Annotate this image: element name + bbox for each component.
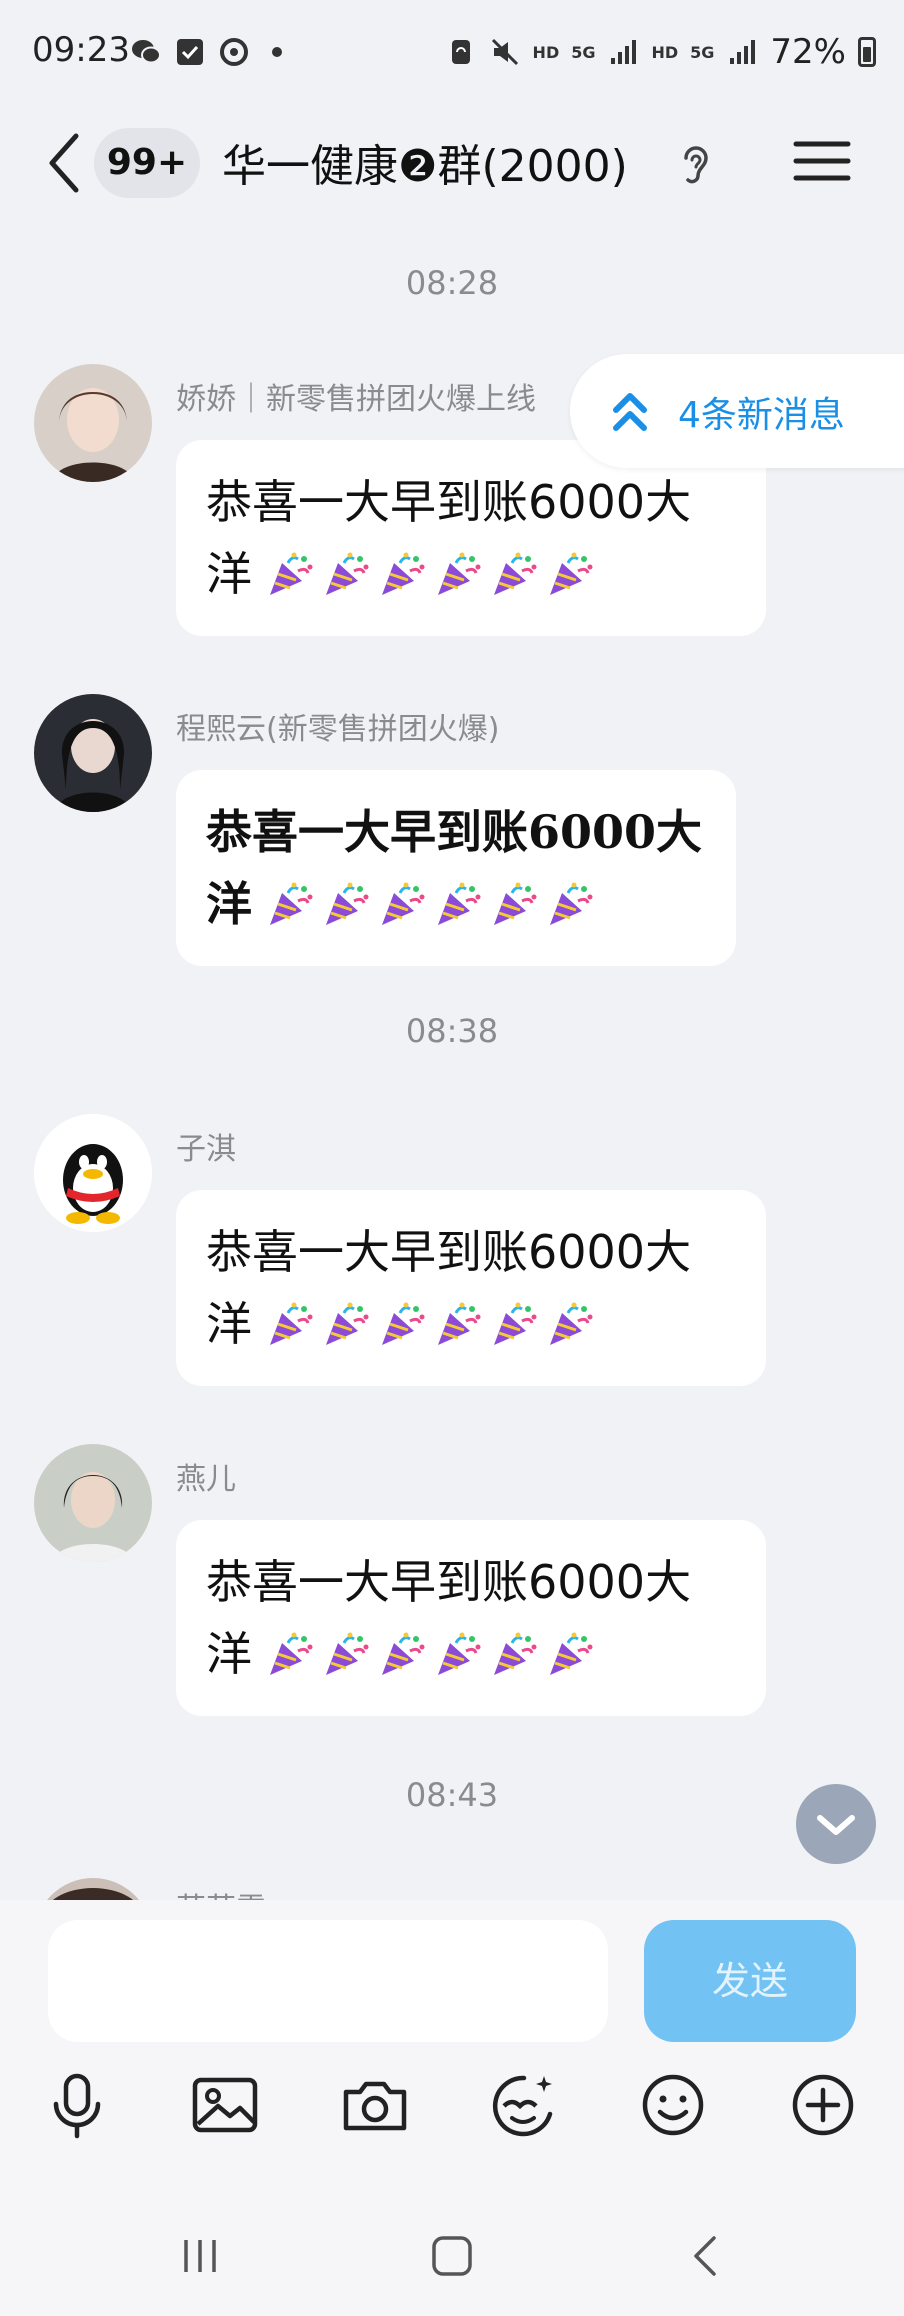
avatar[interactable] xyxy=(34,694,152,812)
battery-icon xyxy=(858,37,876,67)
message-emoji-line: 洋 xyxy=(206,538,736,610)
network-5g-label-2: 5G xyxy=(690,42,715,62)
sender-name: 燕儿 xyxy=(176,1462,236,1497)
sticker-icon[interactable] xyxy=(488,2070,558,2140)
hd-label-2: HD xyxy=(651,42,679,62)
battery-percent: 72% xyxy=(770,32,846,72)
mute-icon xyxy=(491,38,518,66)
camera-icon[interactable] xyxy=(340,2070,410,2140)
party-popper-icon xyxy=(494,882,537,925)
message-text-continued: 洋 xyxy=(206,547,252,601)
party-popper-icon xyxy=(270,552,313,595)
system-nav-bar xyxy=(0,2190,904,2316)
signal-icon-2 xyxy=(730,40,756,64)
unread-count-badge[interactable]: 99+ xyxy=(94,128,200,198)
message-emoji-line: 洋 xyxy=(206,1288,736,1360)
new-messages-button[interactable]: 4条新消息 xyxy=(570,354,904,468)
sender-name: 程熙云(新零售拼团火爆) xyxy=(176,712,500,747)
sync-icon xyxy=(220,38,248,66)
home-icon[interactable] xyxy=(422,2226,482,2286)
message-bubble[interactable]: 恭喜一大早到账6000大 洋 xyxy=(176,1190,766,1386)
sender-name: 子淇 xyxy=(176,1132,236,1167)
party-popper-icon xyxy=(494,1302,537,1345)
time-separator: 08:28 xyxy=(405,264,499,302)
emoji-icon[interactable] xyxy=(638,2070,708,2140)
sender-name: 莎莎雪 xyxy=(176,1884,266,1900)
signal-icon-1 xyxy=(611,40,637,64)
message-text: 恭喜一大早到账6000大 xyxy=(206,1555,692,1609)
status-time: 09:23 xyxy=(32,30,130,70)
message-text-continued: 洋 xyxy=(206,1627,252,1681)
party-popper-icon xyxy=(438,1302,481,1345)
recent-apps-icon[interactable] xyxy=(170,2226,230,2286)
scroll-to-bottom-button[interactable] xyxy=(796,1784,876,1864)
sender-name: 娇娇｜新零售拼团火爆上线 xyxy=(176,382,536,417)
checkbox-icon xyxy=(177,39,203,65)
party-popper-icon xyxy=(326,1632,369,1675)
party-popper-icon xyxy=(382,882,425,925)
system-indicators: HD 5G HD 5G 72% xyxy=(445,32,876,72)
party-popper-icon xyxy=(438,882,481,925)
party-popper-icon xyxy=(550,552,593,595)
party-popper-icon xyxy=(382,1302,425,1345)
nav-back-icon[interactable] xyxy=(676,2226,736,2286)
network-5g-label-1: 5G xyxy=(571,42,596,62)
chat-title[interactable]: 华一健康❷群(2000) xyxy=(222,130,628,194)
chevron-down-icon xyxy=(817,1815,855,1835)
plus-icon[interactable] xyxy=(788,2070,858,2140)
message-emoji-line: 洋 xyxy=(206,868,706,940)
hd-label-1: HD xyxy=(532,42,560,62)
send-button[interactable]: 发送 xyxy=(644,1920,856,2042)
avatar[interactable] xyxy=(34,364,152,482)
message-bubble[interactable]: 恭喜一大早到账6000大 洋 xyxy=(176,770,736,966)
avatar[interactable] xyxy=(34,1878,152,1900)
party-popper-icon xyxy=(550,1632,593,1675)
message-input[interactable] xyxy=(48,1920,608,2042)
notification-icons xyxy=(130,36,282,68)
party-popper-icon xyxy=(270,1302,313,1345)
party-popper-icon xyxy=(438,1632,481,1675)
party-popper-icon xyxy=(382,1632,425,1675)
message-text: 恭喜一大早到账6000大 xyxy=(206,475,692,529)
time-separator: 08:43 xyxy=(405,1776,499,1814)
image-icon[interactable] xyxy=(190,2070,260,2140)
ear-icon[interactable] xyxy=(674,140,714,190)
wechat-icon xyxy=(132,40,161,64)
more-notifications-dot xyxy=(272,47,282,57)
back-icon[interactable] xyxy=(40,128,90,198)
message-bubble[interactable]: 恭喜一大早到账6000大 洋 xyxy=(176,440,766,636)
double-chevron-up-icon xyxy=(613,393,647,431)
nfc-icon xyxy=(451,40,470,64)
time-separator: 08:38 xyxy=(405,1012,499,1050)
message-bubble[interactable]: 恭喜一大早到账6000大 洋 xyxy=(176,1520,766,1716)
message-text-continued: 洋 xyxy=(206,1297,252,1351)
party-popper-icon xyxy=(550,1302,593,1345)
party-popper-icon xyxy=(382,552,425,595)
message-emoji-line: 洋 xyxy=(206,1618,736,1690)
party-popper-icon xyxy=(494,1632,537,1675)
avatar[interactable] xyxy=(34,1444,152,1562)
party-popper-icon xyxy=(270,1632,313,1675)
party-popper-icon xyxy=(270,882,313,925)
menu-icon[interactable] xyxy=(792,136,852,186)
party-popper-icon xyxy=(550,882,593,925)
message-text: 恭喜一大早到账6000大 xyxy=(206,1225,692,1279)
status-bar: 09:23 HD 5G HD 5G 72% xyxy=(0,0,904,100)
party-popper-icon xyxy=(494,552,537,595)
chat-screen: 09:23 HD 5G HD 5G 72% 99+ 华一健康❷群(2000) 0… xyxy=(0,0,904,2316)
party-popper-icon xyxy=(326,882,369,925)
message-item-partial: 莎莎雪 xyxy=(0,1874,904,1900)
party-popper-icon xyxy=(326,1302,369,1345)
party-popper-icon xyxy=(438,552,481,595)
mic-icon[interactable] xyxy=(42,2070,112,2140)
avatar[interactable] xyxy=(34,1114,152,1232)
new-messages-label: 4条新消息 xyxy=(678,395,845,436)
party-popper-icon xyxy=(326,552,369,595)
message-text: 恭喜一大早到账6000大 xyxy=(206,805,703,859)
message-text-continued: 洋 xyxy=(206,877,252,931)
chat-header: 99+ 华一健康❷群(2000) xyxy=(0,100,904,230)
